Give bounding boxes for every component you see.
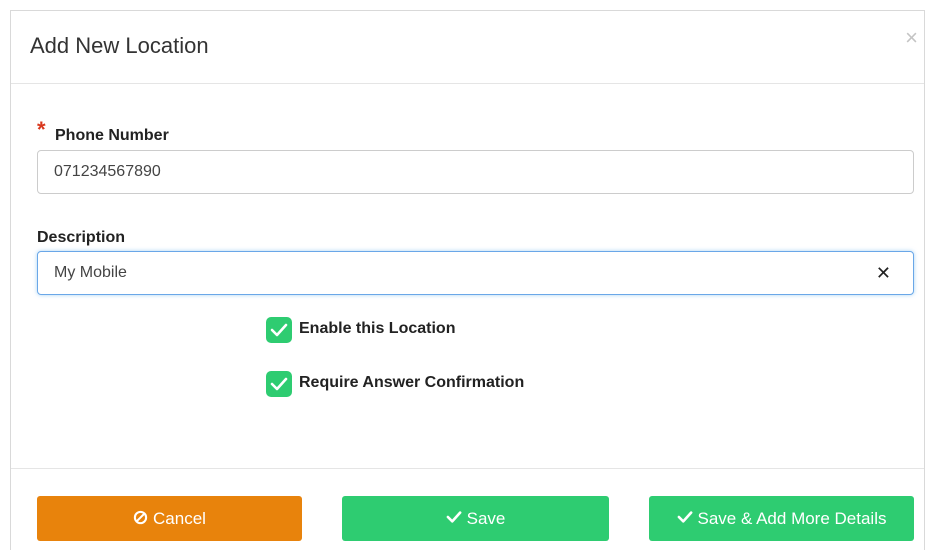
close-icon[interactable]: × [905,27,918,49]
save-button-label: Save [466,508,506,528]
require-confirmation-label: Require Answer Confirmation [299,374,525,391]
dialog-title: Add New Location [30,33,209,58]
enable-location-label: Enable this Location [299,320,456,337]
cancel-button-label: Cancel [153,508,206,528]
checkmark-icon [270,323,288,337]
footer-divider [11,468,924,469]
description-value: My Mobile [54,264,127,281]
require-confirmation-checkbox[interactable] [266,371,292,397]
save-add-more-button[interactable]: Save & Add More Details [649,496,914,541]
description-label: Description [37,229,126,246]
clear-icon[interactable]: ✕ [876,263,891,283]
phone-number-value: 071234567890 [54,163,161,180]
save-add-more-label: Save & Add More Details [697,508,887,528]
cancel-button[interactable]: Cancel [37,496,302,541]
phone-number-label: Phone Number [55,127,169,144]
checkmark-icon [270,377,288,391]
add-location-dialog: Add New Location × * Phone Number 071234… [10,10,925,550]
check-icon [677,510,693,527]
check-icon [446,510,462,527]
enable-location-checkbox[interactable] [266,317,292,343]
save-button[interactable]: Save [342,496,609,541]
phone-number-field[interactable]: 071234567890 [37,150,914,194]
dialog-header: Add New Location × [11,11,924,84]
description-field[interactable]: My Mobile ✕ [37,251,914,295]
required-marker: * [37,117,46,142]
ban-icon [133,510,148,528]
